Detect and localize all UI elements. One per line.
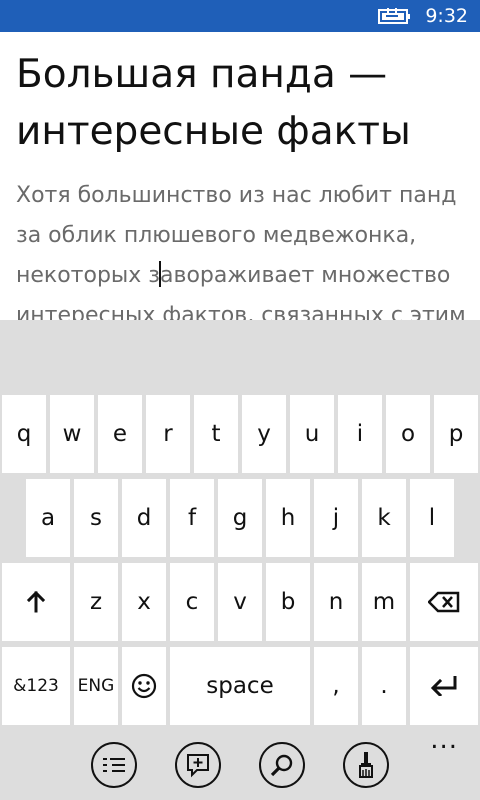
backspace-icon xyxy=(428,591,460,613)
key-q[interactable]: q xyxy=(2,395,46,473)
backspace-key[interactable] xyxy=(410,563,478,641)
list-icon xyxy=(103,758,125,772)
text-after-cursor: авораживает множество xyxy=(160,263,451,288)
enter-key[interactable] xyxy=(410,647,478,725)
comma-key[interactable]: , xyxy=(314,647,358,725)
comment-add-icon xyxy=(187,754,209,778)
period-key[interactable]: . xyxy=(362,647,406,725)
title-line: Большая панда — xyxy=(16,52,388,97)
key-m[interactable]: m xyxy=(362,563,406,641)
key-l[interactable]: l xyxy=(410,479,454,557)
shift-arrow-icon xyxy=(26,591,46,613)
shift-key[interactable] xyxy=(2,563,70,641)
clock: 9:32 xyxy=(425,5,468,27)
key-r[interactable]: r xyxy=(146,395,190,473)
on-screen-keyboard: q w e r t y u i o p a s d f g h j k l z … xyxy=(0,320,480,730)
document-view[interactable]: Большая панда — интересные факты Хотя бо… xyxy=(0,32,480,320)
body-line: Хотя большинство из нас любит панд xyxy=(16,183,457,208)
emoji-smiley-icon xyxy=(131,673,157,699)
find-button[interactable] xyxy=(259,742,305,788)
key-h[interactable]: h xyxy=(266,479,310,557)
battery-charging-icon xyxy=(378,8,410,24)
space-key[interactable]: space xyxy=(170,647,310,725)
key-j[interactable]: j xyxy=(314,479,358,557)
language-key[interactable]: ENG xyxy=(74,647,118,725)
title-line: интересные факты xyxy=(16,109,411,154)
body-line: интересных фактов, связанных с этим xyxy=(16,303,466,320)
add-comment-button[interactable] xyxy=(175,742,221,788)
emoji-key[interactable] xyxy=(122,647,166,725)
key-i[interactable]: i xyxy=(338,395,382,473)
key-w[interactable]: w xyxy=(50,395,94,473)
key-g[interactable]: g xyxy=(218,479,262,557)
key-y[interactable]: y xyxy=(242,395,286,473)
key-b[interactable]: b xyxy=(266,563,310,641)
text-before-cursor: некоторых з xyxy=(16,263,160,288)
key-s[interactable]: s xyxy=(74,479,118,557)
key-n[interactable]: n xyxy=(314,563,358,641)
status-bar: 9:32 xyxy=(0,0,480,32)
document-title[interactable]: Большая панда — интересные факты xyxy=(16,46,476,160)
key-o[interactable]: o xyxy=(386,395,430,473)
search-icon xyxy=(270,754,293,777)
key-e[interactable]: e xyxy=(98,395,142,473)
app-bar: ... xyxy=(0,727,480,800)
key-a[interactable]: a xyxy=(26,479,70,557)
enter-icon xyxy=(430,676,457,696)
key-c[interactable]: c xyxy=(170,563,214,641)
key-p[interactable]: p xyxy=(434,395,478,473)
document-body[interactable]: Хотя большинство из нас любит панд за об… xyxy=(16,176,480,320)
key-f[interactable]: f xyxy=(170,479,214,557)
body-line: за облик плюшевого медвежонка, xyxy=(16,223,417,248)
symbols-key[interactable]: &123 xyxy=(2,647,70,725)
key-t[interactable]: t xyxy=(194,395,238,473)
key-v[interactable]: v xyxy=(218,563,262,641)
key-x[interactable]: x xyxy=(122,563,166,641)
outline-button[interactable] xyxy=(91,742,137,788)
format-button[interactable] xyxy=(343,742,389,788)
format-brush-icon xyxy=(359,752,373,778)
key-k[interactable]: k xyxy=(362,479,406,557)
key-z[interactable]: z xyxy=(74,563,118,641)
more-options-button[interactable]: ... xyxy=(430,727,458,753)
body-line: некоторых завораживает множество xyxy=(16,256,480,296)
key-d[interactable]: d xyxy=(122,479,166,557)
key-u[interactable]: u xyxy=(290,395,334,473)
